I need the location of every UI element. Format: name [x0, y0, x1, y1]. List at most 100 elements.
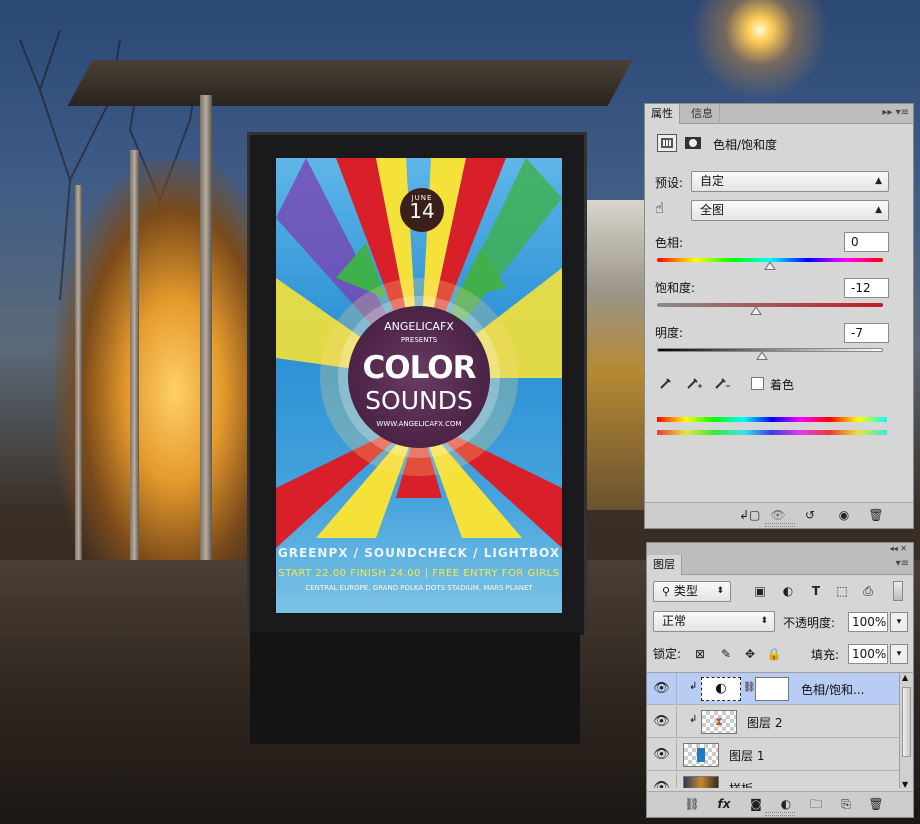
lightness-label: 明度:: [655, 326, 684, 340]
hue-label: 色相:: [655, 236, 684, 250]
opacity-stepper-icon[interactable]: ▾: [890, 612, 908, 632]
search-icon: ⚲: [662, 585, 671, 598]
eyedropper-icon[interactable]: [657, 376, 675, 392]
resize-grip[interactable]: [765, 523, 795, 527]
eye-icon[interactable]: 👁: [647, 673, 677, 705]
saturation-slider-thumb[interactable]: [750, 306, 763, 315]
panel-collapse-bar[interactable]: ◂◂ ✕: [647, 543, 913, 555]
blend-mode-value: 正常: [662, 614, 687, 628]
layer-name: 图层 2: [747, 716, 783, 730]
dropdown-arrow-icon: ▲: [875, 205, 882, 215]
billboard-base: [250, 632, 580, 744]
reset-icon[interactable]: ↺: [801, 507, 819, 523]
filter-pixel-icon[interactable]: ▣: [751, 583, 769, 599]
lock-transparent-icon[interactable]: ⊠: [691, 646, 709, 662]
hand-targeted-adjust-icon[interactable]: ☝: [655, 199, 677, 219]
date-badge: JUNE 14: [400, 188, 444, 232]
dropdown-arrow-icon: ⬍: [716, 586, 724, 596]
saturation-slider-track[interactable]: [657, 303, 883, 307]
filter-kind-dropdown[interactable]: ⚲ 类型 ⬍: [653, 581, 731, 602]
lightness-input[interactable]: -7: [844, 323, 889, 343]
adjustment-layer-thumb-icon: ◐: [701, 677, 741, 701]
colorize-checkbox[interactable]: [751, 377, 764, 390]
shelter-roof: [67, 60, 633, 106]
tab-layers[interactable]: 图层: [647, 555, 682, 575]
layer-row-hue-saturation[interactable]: 👁 ↲ ◐ ⛓ 色相/饱和...: [647, 673, 899, 705]
tab-info[interactable]: 信息: [685, 104, 720, 124]
dropdown-arrow-icon: ▲: [875, 176, 882, 186]
layer-row-layer-1[interactable]: 👁 图层 1: [647, 739, 899, 771]
fill-input[interactable]: 100%: [848, 644, 888, 664]
poster-info: START 22.00 FINISH 24.00 | FREE ENTRY FO…: [278, 568, 560, 579]
channel-value: 全图: [700, 203, 725, 217]
eye-icon[interactable]: 👁: [647, 706, 677, 738]
lightness-slider-track[interactable]: [657, 348, 883, 352]
eye-icon[interactable]: 👁: [647, 739, 677, 771]
opacity-input[interactable]: 100%: [848, 612, 888, 632]
output-color-bar: [657, 430, 887, 435]
lock-position-icon[interactable]: ✥: [741, 646, 759, 662]
fx-icon[interactable]: fx: [715, 796, 733, 812]
filter-kind-value: 类型: [673, 584, 698, 598]
eyedropper-plus-icon[interactable]: [685, 376, 703, 392]
add-mask-icon[interactable]: ◙: [747, 796, 765, 812]
dropdown-arrow-icon: ⬍: [760, 616, 768, 626]
view-previous-icon[interactable]: 👁: [769, 507, 787, 523]
tab-properties[interactable]: 属性: [645, 104, 680, 124]
properties-panel: 属性 信息 ▸▸ ▾≡ 色相/饱和度 预设: 自定 ▲ ☝ 全图 ▲ 色相: 0…: [644, 103, 914, 529]
clip-arrow-icon: ↲: [689, 681, 698, 692]
trash-icon[interactable]: 🗑: [867, 507, 885, 523]
chain-link-icon[interactable]: ⛓: [743, 682, 756, 693]
filter-shape-icon[interactable]: ⬚: [833, 583, 851, 599]
lightness-slider-thumb[interactable]: [756, 351, 769, 360]
layer-row-layer-2[interactable]: 👁 ↲ ⧗ 图层 2: [647, 706, 899, 738]
saturation-label: 饱和度:: [655, 281, 696, 295]
layer-name: 样板: [729, 780, 753, 788]
new-adjustment-icon[interactable]: ◐: [777, 796, 795, 812]
fill-stepper-icon[interactable]: ▾: [890, 644, 908, 664]
resize-grip[interactable]: [765, 812, 795, 816]
sun-flare: [690, 0, 830, 100]
eyedropper-minus-icon[interactable]: [713, 376, 731, 392]
filter-adjustment-icon[interactable]: ◐: [779, 583, 797, 599]
new-group-icon[interactable]: 🗀: [807, 796, 825, 812]
eye-icon[interactable]: 👁: [647, 772, 677, 788]
scrollbar-thumb[interactable]: [902, 687, 911, 757]
shelter-glass-glow: [55, 160, 255, 580]
date-day: 14: [409, 199, 435, 223]
channel-dropdown[interactable]: 全图 ▲: [691, 200, 889, 221]
layer-thumb: [683, 743, 719, 767]
input-color-bar: [657, 417, 887, 422]
mask-icon[interactable]: [683, 134, 703, 152]
poster-title-line2: SOUNDS: [365, 386, 473, 415]
hue-slider-thumb[interactable]: [764, 261, 776, 270]
clip-to-layer-icon[interactable]: ↲▢: [739, 507, 760, 523]
filter-toggle[interactable]: [893, 581, 903, 601]
layer-mask-thumb[interactable]: [755, 677, 789, 701]
layer-list-scrollbar[interactable]: ▲ ▼: [899, 673, 913, 788]
blend-mode-dropdown[interactable]: 正常 ⬍: [653, 611, 775, 632]
link-icon[interactable]: ⛓: [683, 796, 701, 812]
opacity-label: 不透明度:: [783, 616, 836, 630]
poster-presents: PRESENTS: [400, 336, 438, 344]
filter-smart-object-icon[interactable]: ⎙: [859, 583, 877, 599]
scroll-down-icon[interactable]: ▼: [902, 780, 908, 788]
panel-menu-icon[interactable]: ▸▸ ▾≡: [882, 107, 909, 118]
trash-icon[interactable]: 🗑: [867, 796, 885, 812]
new-layer-icon[interactable]: ⎘: [837, 796, 855, 812]
properties-tabbar: 属性 信息 ▸▸ ▾≡: [645, 104, 913, 124]
poster-url: WWW.ANGELICAFX.COM: [376, 420, 462, 428]
filter-type-icon[interactable]: T: [807, 583, 825, 599]
layer-row-template[interactable]: 👁 样板: [647, 772, 899, 788]
clip-arrow-icon: ↲: [689, 714, 698, 725]
panel-menu-icon[interactable]: ▾≡: [896, 558, 909, 569]
lock-all-icon[interactable]: 🔒: [765, 646, 783, 662]
hue-input[interactable]: 0: [844, 232, 889, 252]
preset-dropdown[interactable]: 自定 ▲: [691, 171, 889, 192]
poster-lineup: GREENPX / SOUNDCHECK / LIGHTBOX: [277, 546, 561, 560]
visibility-icon[interactable]: ◉: [835, 507, 853, 523]
saturation-input[interactable]: -12: [844, 278, 889, 298]
hue-saturation-icon[interactable]: [657, 134, 677, 152]
lock-paint-icon[interactable]: ✎: [717, 646, 735, 662]
scroll-up-icon[interactable]: ▲: [902, 673, 908, 682]
